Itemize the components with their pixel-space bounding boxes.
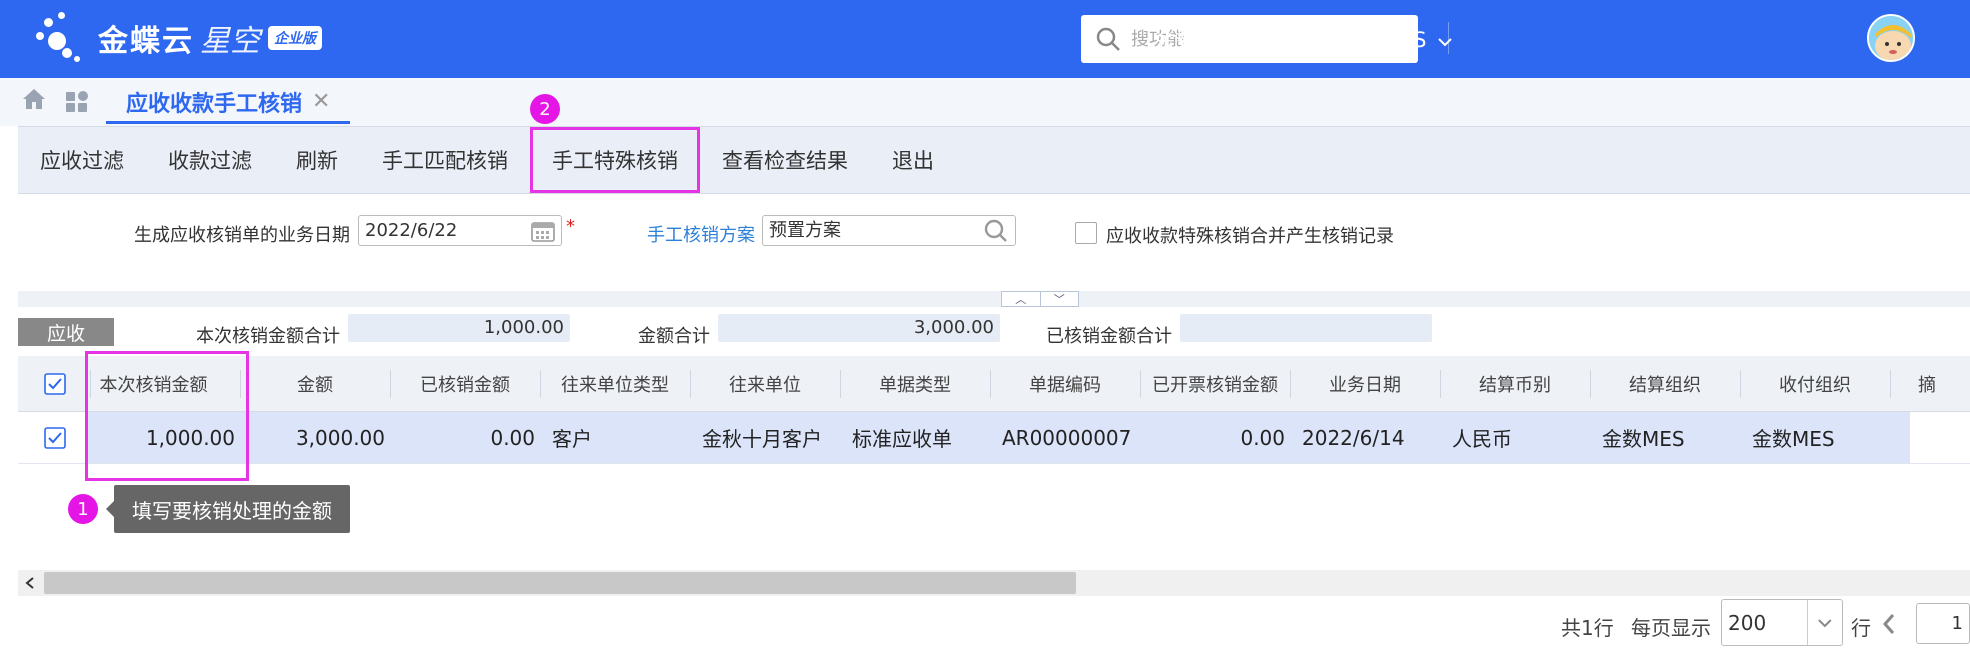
column-header-business-date[interactable]: 业务日期 <box>1290 356 1440 411</box>
receivable-filter-button[interactable]: 应收过滤 <box>18 127 146 193</box>
logo-dots-icon <box>36 8 92 68</box>
scheme-value: 预置方案 <box>769 220 841 241</box>
table-row[interactable]: 1,000.00 3,000.00 0.00 客户 金秋十月客户 标准应收单 A… <box>18 412 1970 464</box>
horizontal-scrollbar[interactable] <box>18 570 1970 596</box>
cell-business-date: 2022/6/14 <box>1302 425 1405 450</box>
business-date-input[interactable]: 2022/6/22 <box>358 215 562 246</box>
annotation-badge-1: 1 <box>68 494 98 524</box>
cell-document-code: AR00000007 <box>1002 425 1132 450</box>
verified-total-value <box>1180 314 1432 342</box>
highlight-current-amount-column <box>85 351 249 481</box>
annotation-tooltip: 填写要核销处理的金额 <box>106 485 350 533</box>
divider <box>1448 22 1449 54</box>
column-header-document-code[interactable]: 单据编码 <box>990 356 1140 411</box>
checkbox-checked-icon <box>44 426 66 449</box>
chevron-down-icon <box>1818 618 1832 627</box>
row-checkbox[interactable] <box>40 412 70 463</box>
toolbar: 应收过滤 收款过滤 刷新 手工匹配核销 手工特殊核销 查看检查结果 退出 <box>18 126 1970 194</box>
column-header-document-type[interactable]: 单据类型 <box>840 356 990 411</box>
cell-partner: 金秋十月客户 <box>702 427 822 451</box>
per-page-value: 200 <box>1728 610 1767 635</box>
scrollbar-thumb[interactable] <box>44 572 1076 594</box>
required-mark: * <box>566 216 575 237</box>
business-date-label: 生成应收核销单的业务日期 <box>134 225 350 246</box>
refresh-button[interactable]: 刷新 <box>274 127 360 193</box>
scheme-input[interactable]: 预置方案 <box>762 215 1016 246</box>
cell-summary <box>1918 412 1970 463</box>
collapse-up-icon[interactable]: ︿ <box>1002 292 1040 306</box>
exit-button[interactable]: 退出 <box>870 127 956 193</box>
amount-total-label: 金额合计 <box>638 326 710 347</box>
cell-document-type: 标准应收单 <box>852 427 952 451</box>
logo-subtext: 星空 <box>200 24 260 59</box>
chevron-left-icon[interactable] <box>1878 609 1900 639</box>
home-icon[interactable] <box>22 88 46 110</box>
top-bar: 金蝶云 星空 企业版 金数MES 100 金数MES <box>0 0 1970 78</box>
amount-total-value: 3,000.00 <box>718 314 1000 342</box>
manual-special-verification-button[interactable]: 手工特殊核销 <box>530 127 700 193</box>
business-date-value: 2022/6/22 <box>365 220 458 241</box>
apps-grid-icon[interactable] <box>65 90 91 114</box>
merge-record-checkbox[interactable] <box>1075 222 1097 244</box>
column-header-partner[interactable]: 往来单位 <box>690 356 840 411</box>
select-all-checkbox[interactable] <box>40 356 70 411</box>
search-icon[interactable] <box>983 218 1009 244</box>
divider <box>1260 22 1261 54</box>
panel-splitter <box>18 291 1970 307</box>
column-header-settlement-currency[interactable]: 结算币别 <box>1440 356 1590 411</box>
total-rows-text: 共1行 <box>1561 616 1614 640</box>
search-icon <box>1096 27 1120 51</box>
manual-verification-scheme-link[interactable]: 手工核销方案 <box>647 221 755 247</box>
avatar[interactable] <box>1867 14 1915 62</box>
per-page-label: 每页显示 <box>1631 616 1711 640</box>
splitter-buttons: ︿ ﹀ <box>1001 291 1079 307</box>
cell-partner-type: 客户 <box>552 427 592 451</box>
page-number-input[interactable]: 1 <box>1916 603 1970 644</box>
view-check-result-button[interactable]: 查看检查结果 <box>700 127 870 193</box>
verified-total-label: 已核销金额合计 <box>1046 326 1172 347</box>
cell-verified-amount: 0.00 <box>490 425 535 450</box>
chevron-down-icon <box>1438 38 1452 47</box>
column-header-payment-org[interactable]: 收付组织 <box>1740 356 1890 411</box>
checkbox-checked-icon <box>44 372 66 395</box>
merge-record-label: 应收收款特殊核销合并产生核销记录 <box>1106 226 1394 247</box>
chevron-left-icon[interactable] <box>20 570 40 596</box>
current-total-value: 1,000.00 <box>348 314 570 342</box>
grid-header: 本次核销金额 金额 已核销金额 往来单位类型 往来单位 单据类型 单据编码 已开… <box>18 356 1970 412</box>
expand-down-icon[interactable]: ﹀ <box>1039 292 1079 306</box>
cell-settlement-org: 金数MES <box>1602 427 1685 451</box>
manual-match-verification-button[interactable]: 手工匹配核销 <box>360 127 530 193</box>
org-switcher[interactable]: 金数MES <box>1155 24 1242 54</box>
cell-settlement-currency: 人民币 <box>1452 427 1512 451</box>
column-header-summary[interactable]: 摘 <box>1918 356 1970 411</box>
per-page-select[interactable]: 200 <box>1721 599 1843 646</box>
column-header-settlement-org[interactable]: 结算组织 <box>1590 356 1740 411</box>
kingdee-logo[interactable]: 金蝶云 星空 企业版 <box>36 8 322 68</box>
account-switcher[interactable]: 100 金数MES <box>1293 24 1453 54</box>
cell-payment-org: 金数MES <box>1752 427 1835 451</box>
close-icon[interactable]: ✕ <box>312 89 330 114</box>
tab-receivable-manual-verification[interactable]: 应收收款手工核销 ✕ <box>106 82 351 124</box>
column-header-amount[interactable]: 金额 <box>240 356 390 411</box>
cartoon-avatar-icon <box>1869 16 1913 60</box>
calendar-icon[interactable] <box>531 220 555 242</box>
current-total-label: 本次核销金额合计 <box>196 326 340 347</box>
cell-amount: 3,000.00 <box>295 425 385 450</box>
column-header-verified-amount[interactable]: 已核销金额 <box>390 356 540 411</box>
annotation-badge-2: 2 <box>530 94 560 124</box>
edition-badge: 企业版 <box>268 26 322 50</box>
account-label: 100 金数MES <box>1293 28 1427 52</box>
tab-receivable[interactable]: 应收 <box>18 318 114 346</box>
cell-invoiced-verified-amount: 0.00 <box>1240 425 1285 450</box>
logo-text: 金蝶云 <box>98 24 194 59</box>
tab-label: 应收收款手工核销 <box>126 91 303 117</box>
column-header-invoiced-verified-amount[interactable]: 已开票核销金额 <box>1140 356 1290 411</box>
receipt-filter-button[interactable]: 收款过滤 <box>146 127 274 193</box>
column-header-partner-type[interactable]: 往来单位类型 <box>540 356 690 411</box>
row-unit-label: 行 <box>1851 616 1871 640</box>
